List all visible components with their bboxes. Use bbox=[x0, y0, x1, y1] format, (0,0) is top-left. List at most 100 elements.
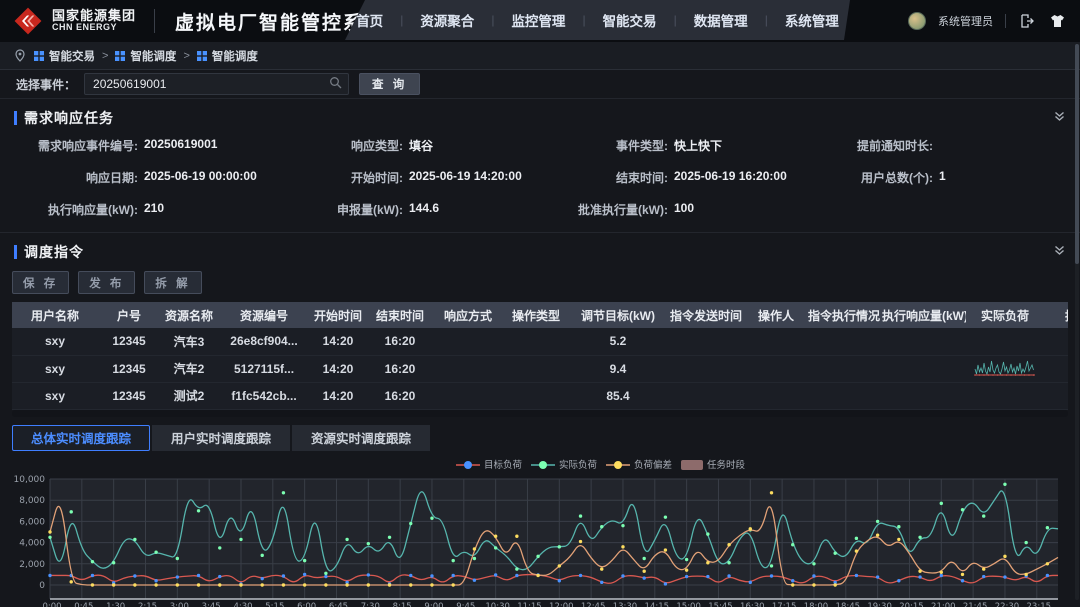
field-value: 144.6 bbox=[409, 201, 439, 218]
svg-text:8:15: 8:15 bbox=[393, 602, 412, 607]
table-row[interactable]: sxy12345测试2f1fc542cb...14:2016:2085.4 bbox=[12, 382, 1068, 409]
nav-item-5[interactable]: 数据管理 bbox=[677, 10, 765, 30]
svg-text:18:00: 18:00 bbox=[804, 602, 829, 607]
svg-text:6,000: 6,000 bbox=[19, 517, 45, 527]
table-cell: 12345 bbox=[98, 382, 160, 409]
table-cell bbox=[966, 328, 1044, 355]
collapse-dispatch-icon[interactable] bbox=[1053, 244, 1066, 260]
svg-text:0:45: 0:45 bbox=[74, 602, 93, 607]
nav-item-6[interactable]: 系统管理 bbox=[768, 10, 856, 30]
task-field-3: 事件类型:快上快下 bbox=[540, 137, 805, 154]
table-cell bbox=[746, 355, 806, 382]
table-cell: sxy bbox=[12, 355, 98, 382]
table-cell bbox=[502, 355, 570, 382]
svg-text:13:30: 13:30 bbox=[613, 602, 638, 607]
svg-text:18:45: 18:45 bbox=[836, 602, 861, 607]
chn-energy-logo-icon bbox=[12, 5, 44, 37]
save-button[interactable]: 保 存 bbox=[12, 271, 69, 294]
theme-skin-icon[interactable] bbox=[1048, 12, 1066, 30]
field-label: 提前通知时长: bbox=[805, 137, 933, 154]
field-value: 20250619001 bbox=[144, 137, 217, 154]
collapse-task-icon[interactable] bbox=[1053, 110, 1066, 126]
table-cell: 12345 bbox=[98, 355, 160, 382]
field-label: 开始时间: bbox=[275, 169, 403, 186]
legend-item[interactable]: 实际负荷 bbox=[531, 459, 598, 471]
table-cell: sxy bbox=[12, 328, 98, 355]
legend-item[interactable]: 负荷偏差 bbox=[606, 459, 672, 471]
column-header: 开始时间 bbox=[310, 302, 366, 328]
tab-2[interactable]: 用户实时调度跟踪 bbox=[152, 425, 290, 451]
column-header: 调节目标(kW) bbox=[570, 302, 666, 328]
svg-text:6:00: 6:00 bbox=[297, 602, 316, 607]
event-search-box bbox=[84, 73, 349, 95]
search-icon[interactable] bbox=[329, 76, 342, 92]
grid-icon bbox=[34, 51, 44, 61]
legend-item[interactable]: 目标负荷 bbox=[456, 459, 523, 471]
svg-text:4:30: 4:30 bbox=[233, 602, 252, 607]
breadcrumb-item-2[interactable]: 智能调度 bbox=[115, 48, 176, 64]
event-search-input[interactable] bbox=[85, 77, 329, 91]
field-value: 100 bbox=[674, 201, 694, 218]
table-cell: 测试2 bbox=[160, 382, 218, 409]
tab-3[interactable]: 资源实时调度跟踪 bbox=[292, 425, 430, 451]
field-value: 1 bbox=[939, 169, 946, 186]
field-value: 填谷 bbox=[409, 137, 433, 154]
svg-text:15:00: 15:00 bbox=[676, 602, 701, 607]
table-cell: 5127115f... bbox=[218, 355, 310, 382]
publish-button[interactable]: 发 布 bbox=[78, 271, 135, 294]
task-field-10: 申报量(kW):144.6 bbox=[275, 201, 540, 218]
table-cell: 26e8cf904... bbox=[218, 328, 310, 355]
svg-text:12:00: 12:00 bbox=[549, 602, 574, 607]
field-value: 2025-06-19 14:20:00 bbox=[409, 169, 522, 186]
breadcrumb-item-1[interactable]: 智能交易 bbox=[34, 48, 95, 64]
logout-icon[interactable] bbox=[1018, 12, 1036, 30]
main-nav: 首页|资源聚合|监控管理|智能交易|数据管理|系统管理 bbox=[345, 0, 850, 40]
table-row[interactable]: sxy12345汽车25127115f...14:2016:209.4 bbox=[12, 355, 1068, 382]
table-cell bbox=[806, 328, 882, 355]
task-field-12 bbox=[805, 201, 1070, 218]
column-header: 指令发送时间 bbox=[666, 302, 746, 328]
column-header: 用户名称 bbox=[12, 302, 98, 328]
field-value: 2025-06-19 00:00:00 bbox=[144, 169, 257, 186]
field-label: 事件类型: bbox=[540, 137, 668, 154]
legend-item[interactable]: 任务时段 bbox=[681, 459, 746, 471]
query-button[interactable]: 查 询 bbox=[359, 73, 420, 95]
table-cell bbox=[966, 355, 1044, 382]
field-label: 响应日期: bbox=[10, 169, 138, 186]
svg-text:5:15: 5:15 bbox=[265, 602, 284, 607]
breadcrumb-item-3[interactable]: 智能调度 bbox=[197, 48, 258, 64]
task-field-2: 响应类型:填谷 bbox=[275, 137, 540, 154]
task-fields: 需求响应事件编号:20250619001响应类型:填谷事件类型:快上快下提前通知… bbox=[0, 133, 1080, 233]
task-field-7: 结束时间:2025-06-19 16:20:00 bbox=[540, 169, 805, 186]
nav-item-4[interactable]: 智能交易 bbox=[586, 10, 674, 30]
tab-1[interactable]: 总体实时调度跟踪 bbox=[12, 425, 150, 451]
table-cell bbox=[1044, 382, 1068, 409]
column-header: 户号 bbox=[98, 302, 160, 328]
nav-item-2[interactable]: 资源聚合 bbox=[403, 10, 491, 30]
nav-item-3[interactable]: 监控管理 bbox=[494, 10, 582, 30]
brand-org-cn: 国家能源集团 bbox=[52, 9, 136, 23]
column-header: 操作人 bbox=[746, 302, 806, 328]
table-cell bbox=[434, 382, 502, 409]
table-cell: 汽车2 bbox=[160, 355, 218, 382]
tracking-tabs: 总体实时调度跟踪用户实时调度跟踪资源实时调度跟踪 bbox=[12, 425, 1068, 451]
svg-text:0:00: 0:00 bbox=[42, 602, 61, 607]
table-horizontal-scrollbar[interactable] bbox=[12, 410, 1068, 417]
svg-text:1:30: 1:30 bbox=[106, 602, 125, 607]
user-name: 系统管理员 bbox=[938, 13, 993, 29]
table-cell: 16:20 bbox=[366, 355, 434, 382]
table-cell: 16:20 bbox=[366, 382, 434, 409]
line-chart[interactable]: 02,0004,0006,0008,00010,0000:000:451:302… bbox=[12, 455, 1068, 607]
dispatch-tracking-chart: 02,0004,0006,0008,00010,0000:000:451:302… bbox=[12, 455, 1068, 607]
svg-text:21:00: 21:00 bbox=[931, 602, 956, 607]
svg-text:21:45: 21:45 bbox=[963, 602, 988, 607]
table-cell bbox=[882, 382, 966, 409]
table-row[interactable]: sxy12345汽车326e8cf904...14:2016:205.2 bbox=[12, 328, 1068, 355]
page-vertical-scrollbar[interactable] bbox=[1075, 44, 1079, 600]
column-header: 资源名称 bbox=[160, 302, 218, 328]
svg-text:8,000: 8,000 bbox=[19, 496, 45, 506]
avatar[interactable] bbox=[908, 12, 926, 30]
task-field-9: 执行响应量(kW):210 bbox=[10, 201, 275, 218]
svg-text:10,000: 10,000 bbox=[14, 475, 46, 485]
disassemble-button[interactable]: 拆 解 bbox=[144, 271, 201, 294]
